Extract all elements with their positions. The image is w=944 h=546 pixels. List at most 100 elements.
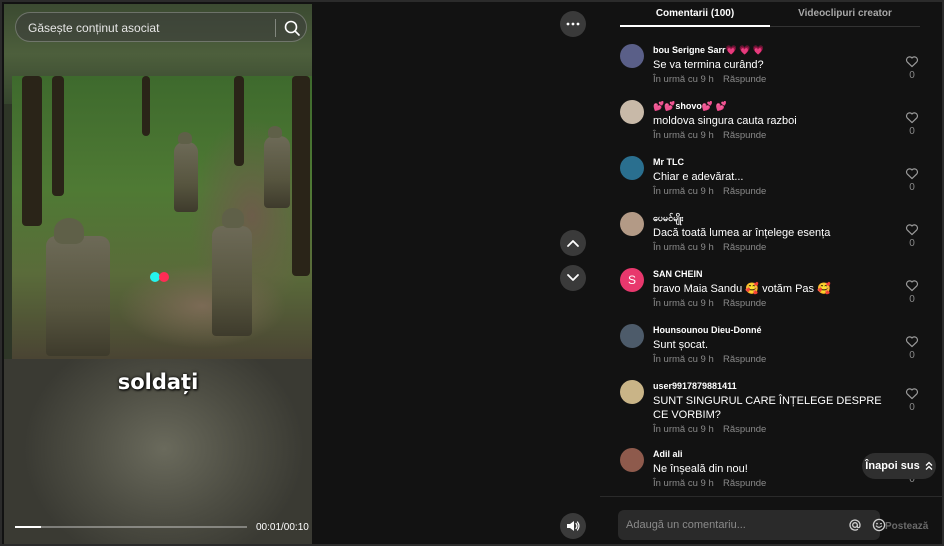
post-comment-button[interactable]: Postează — [885, 521, 928, 532]
comment-timestamp: În urmă cu 9 h — [653, 242, 714, 253]
avatar[interactable] — [620, 156, 644, 180]
comment-text: moldova singura cauta razboi — [653, 115, 797, 127]
heart-icon[interactable] — [905, 223, 919, 236]
avatar[interactable] — [620, 448, 644, 472]
comment-username[interactable]: 💕💕shovo💕 💕 — [653, 101, 727, 112]
comment-timestamp: În urmă cu 9 h — [653, 354, 714, 365]
app-window: soldați 00:01/00:10 — [0, 0, 944, 546]
avatar[interactable] — [620, 324, 644, 348]
comment-timestamp: În urmă cu 9 h — [653, 186, 714, 197]
heart-icon[interactable] — [905, 279, 919, 292]
active-tab-indicator — [620, 25, 770, 27]
like-count: 0 — [909, 182, 915, 193]
video-frame — [12, 76, 312, 359]
loading-spinner-icon — [150, 272, 170, 282]
heart-icon[interactable] — [905, 167, 919, 180]
reply-button[interactable]: Răspunde — [723, 74, 766, 85]
comment-list: bou Serigne Sarr💗 💗 💗 Se va termina curân… — [600, 36, 942, 494]
avatar[interactable]: S — [620, 268, 644, 292]
soldier-helmet — [178, 132, 192, 144]
comment-timestamp: În urmă cu 9 h — [653, 298, 714, 309]
comment-composer: Postează — [600, 496, 942, 544]
soldier-helmet — [222, 208, 244, 228]
mention-icon[interactable] — [848, 518, 862, 532]
avatar[interactable] — [620, 100, 644, 124]
comment-input[interactable] — [626, 517, 826, 533]
speaker-icon — [567, 521, 580, 531]
soldier-figure — [46, 236, 110, 356]
comment-text: Ne înșeală din nou! — [653, 463, 748, 475]
tab-comments[interactable]: Comentarii (100) — [620, 8, 770, 19]
volume-button[interactable] — [560, 513, 586, 539]
comment-username[interactable]: bou Serigne Sarr💗 💗 💗 — [653, 45, 764, 56]
chevron-up-icon — [567, 240, 579, 247]
comment-username[interactable]: user9917879881411 — [653, 381, 737, 391]
video-caption: soldați — [117, 370, 199, 394]
next-video-button[interactable] — [560, 265, 586, 291]
comment-username[interactable]: Mr TLC — [653, 157, 684, 167]
search-input[interactable] — [28, 19, 268, 37]
tree-trunk — [22, 76, 42, 226]
reply-button[interactable]: Răspunde — [723, 354, 766, 365]
heart-icon[interactable] — [905, 111, 919, 124]
emoji-icon[interactable] — [872, 518, 886, 532]
tree-trunk — [142, 76, 150, 136]
comment-text: bravo Maia Sandu 🥰 votăm Pas 🥰 — [653, 283, 831, 295]
search-divider — [275, 19, 276, 37]
comment-text: Dacă toată lumea ar înțelege esența — [653, 227, 831, 239]
search-box[interactable] — [15, 12, 307, 42]
avatar[interactable] — [620, 44, 644, 68]
video-time: 00:01/00:10 — [256, 522, 309, 533]
comment-text: Chiar e adevărat... — [653, 171, 744, 183]
avatar[interactable] — [620, 380, 644, 404]
soldier-figure — [212, 226, 252, 336]
comment-username[interactable]: Adil ali — [653, 449, 683, 459]
like-count: 0 — [909, 294, 915, 305]
reply-button[interactable]: Răspunde — [723, 130, 766, 141]
comment-username[interactable]: ပေမင်မျိုး — [653, 213, 683, 226]
soldier-helmet — [268, 126, 282, 138]
avatar[interactable] — [620, 212, 644, 236]
comment-field[interactable] — [618, 510, 886, 540]
more-dots-icon — [566, 22, 580, 26]
comment-timestamp: În urmă cu 9 h — [653, 424, 714, 435]
tree-trunk — [292, 76, 310, 276]
comment-text: Sunt șocat. — [653, 339, 709, 351]
soldier-figure — [264, 136, 290, 208]
video-progress-fill — [15, 526, 41, 528]
reply-button[interactable]: Răspunde — [723, 242, 766, 253]
previous-video-button[interactable] — [560, 230, 586, 256]
comment-username[interactable]: Hounsounou Dieu-Donné — [653, 325, 761, 335]
video-player[interactable]: soldați 00:01/00:10 — [4, 4, 312, 544]
like-count: 0 — [909, 350, 915, 361]
video-progress-bar[interactable] — [15, 526, 247, 528]
tree-trunk — [52, 76, 64, 196]
soldier-helmet — [54, 218, 84, 244]
soldier-figure — [174, 142, 198, 212]
back-to-top-button[interactable]: Înapoi sus — [862, 453, 936, 479]
comment-timestamp: În urmă cu 9 h — [653, 130, 714, 141]
like-count: 0 — [909, 238, 915, 249]
heart-icon[interactable] — [905, 335, 919, 348]
panel-tabs: Comentarii (100) Videoclipuri creator — [600, 4, 942, 28]
heart-icon[interactable] — [905, 55, 919, 68]
double-chevron-up-icon — [925, 461, 933, 470]
tree-trunk — [234, 76, 244, 166]
like-count: 0 — [909, 402, 915, 413]
heart-icon[interactable] — [905, 387, 919, 400]
comment-username[interactable]: SAN CHEIN — [653, 269, 703, 279]
search-icon — [284, 20, 300, 36]
like-count: 0 — [909, 126, 915, 137]
reply-button[interactable]: Răspunde — [723, 298, 766, 309]
reply-button[interactable]: Răspunde — [723, 478, 766, 489]
comment-text: SUNT SINGURUL CARE ÎNȚELEGE DESPRE CE VO… — [653, 395, 882, 421]
reply-button[interactable]: Răspunde — [723, 186, 766, 197]
tab-creator-videos[interactable]: Videoclipuri creator — [770, 8, 920, 19]
comment-timestamp: În urmă cu 9 h — [653, 478, 714, 489]
more-options-button[interactable] — [560, 11, 586, 37]
search-button[interactable] — [282, 18, 302, 38]
comment-text: Se va termina curând? — [653, 59, 764, 71]
comment-timestamp: În urmă cu 9 h — [653, 74, 714, 85]
back-to-top-label: Înapoi sus — [865, 460, 920, 472]
reply-button[interactable]: Răspunde — [723, 424, 766, 435]
